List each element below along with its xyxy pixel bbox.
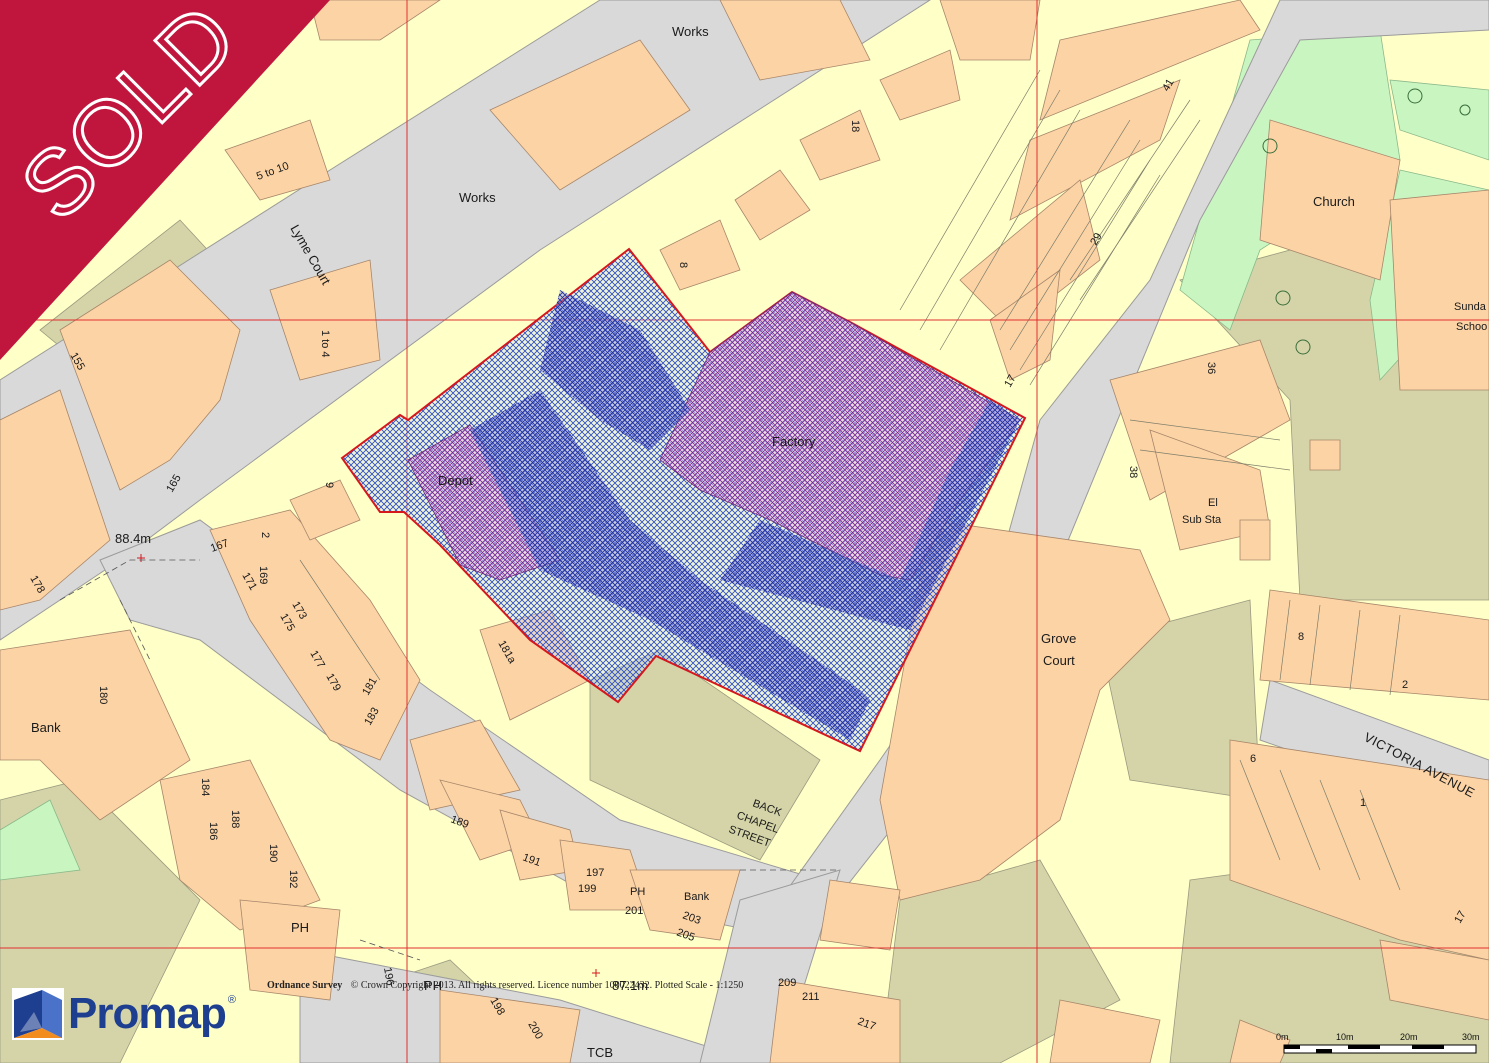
label-192: 192: [287, 870, 299, 888]
label-ph-2: PH: [630, 886, 645, 898]
label-grove-court-2: Court: [1043, 653, 1075, 668]
scale-tick-20: 20m: [1400, 1032, 1418, 1042]
label-el-sub-sta-2: Sub Sta: [1182, 514, 1222, 526]
label-el-sub-sta-1: El: [1208, 497, 1218, 509]
label-bank-1: Bank: [31, 720, 61, 735]
site-plan-map: SOLD Works Works 5 to 10 Lyme Court 1 to…: [0, 0, 1489, 1063]
label-spot-height-1: 88.4m: [115, 531, 151, 546]
label-depot: Depot: [438, 473, 473, 488]
label-sunday-school-2: Schoo: [1456, 321, 1487, 333]
map-viewport[interactable]: SOLD Works Works 5 to 10 Lyme Court 1 to…: [0, 0, 1489, 1063]
label-ph-1: PH: [291, 920, 309, 935]
label-197: 197: [586, 867, 604, 879]
label-grove-court-1: Grove: [1041, 631, 1076, 646]
label-169: 169: [257, 566, 269, 584]
scale-tick-10: 10m: [1336, 1032, 1354, 1042]
promap-logo-word: Promap: [68, 989, 227, 1038]
label-tcb: TCB: [587, 1045, 613, 1060]
label-18: 18: [849, 120, 861, 132]
label-2: 2: [259, 532, 271, 538]
scale-tick-30: 30m: [1462, 1032, 1480, 1042]
label-9: 9: [323, 482, 335, 488]
label-works-1: Works: [672, 24, 709, 39]
label-factory: Factory: [772, 434, 816, 449]
label-38: 38: [1127, 466, 1139, 478]
copyright-brand: Ordnance Survey: [267, 980, 342, 991]
label-190: 190: [267, 844, 279, 862]
label-199: 199: [578, 883, 596, 895]
label-1-to-4: 1 to 4: [319, 330, 331, 358]
promap-logo-mark-icon: [12, 988, 64, 1040]
promap-logo-registered: ®: [227, 994, 236, 1006]
label-209: 209: [778, 977, 796, 989]
scale-tick-0: 0m: [1276, 1032, 1289, 1042]
label-2b: 2: [1402, 679, 1408, 691]
label-36: 36: [1205, 362, 1217, 374]
label-works-2: Works: [459, 190, 496, 205]
label-201: 201: [625, 905, 643, 917]
label-180: 180: [97, 686, 109, 704]
promap-logo: Promap ®: [12, 986, 252, 1042]
label-211: 211: [802, 991, 820, 1003]
label-188: 188: [229, 810, 241, 828]
label-8: 8: [677, 262, 689, 268]
copyright-text: © Crown Copyright 2013. All rights reser…: [351, 980, 744, 991]
label-186: 186: [207, 822, 219, 840]
label-church: Church: [1313, 194, 1355, 209]
label-184: 184: [199, 778, 211, 796]
label-sunday-school-1: Sunda: [1454, 301, 1487, 313]
label-bank-2: Bank: [684, 891, 710, 903]
label-8b: 8: [1298, 631, 1304, 643]
label-1: 1: [1360, 797, 1366, 809]
label-6: 6: [1250, 753, 1256, 765]
